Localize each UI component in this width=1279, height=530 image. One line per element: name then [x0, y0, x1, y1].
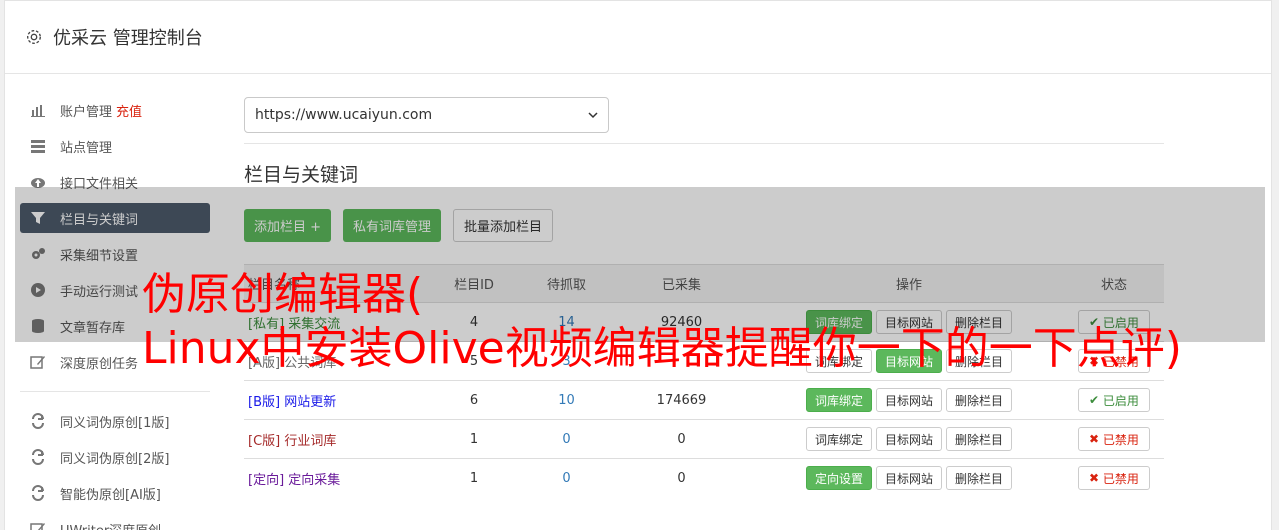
target-site-button[interactable]: 目标网站	[875, 466, 942, 491]
column-link[interactable]: 行业词库	[284, 434, 336, 449]
column-collected: 174669	[609, 380, 754, 420]
chevron-down-icon	[588, 112, 598, 119]
column-actions: 词库绑定 目标网站 删除栏目	[754, 419, 1064, 459]
bar-chart-icon	[31, 105, 45, 117]
status-toggle[interactable]: ✔ 已启用	[1078, 388, 1150, 412]
sidebar-item-ai-original[interactable]: 智能伪原创[AI版]	[20, 478, 210, 508]
status-toggle[interactable]: ✖ 已禁用	[1078, 427, 1150, 451]
column-link[interactable]: 网站更新	[284, 395, 336, 410]
bind-lib-button[interactable]: 词库绑定	[805, 427, 872, 451]
column-collected: 0	[609, 419, 754, 459]
refresh-icon	[32, 485, 44, 501]
column-name: [定向] 定向采集	[244, 458, 424, 498]
column-pending[interactable]: 10	[524, 380, 609, 420]
column-status: ✖ 已禁用	[1064, 458, 1164, 498]
sidebar-item-account[interactable]: 账户管理 充值	[20, 95, 210, 125]
top-bar: 优采云 管理控制台	[5, 1, 1271, 74]
gear-icon	[27, 30, 41, 44]
column-id: 1	[424, 419, 524, 459]
refresh-icon	[32, 413, 44, 429]
sidebar-item-label: 深度原创任务	[60, 356, 139, 372]
table-row: [定向] 定向采集 1 0 0 定向设置 目标网站 删除栏目 ✖ 已禁用	[244, 458, 1164, 498]
column-name: [B版] 网站更新	[244, 380, 424, 420]
status-label: 已禁用	[1102, 471, 1139, 486]
status-toggle[interactable]: ✖ 已禁用	[1078, 466, 1150, 491]
column-pending[interactable]: 0	[524, 458, 609, 498]
delete-column-button[interactable]: 删除栏目	[946, 466, 1013, 491]
status-label: 已启用	[1102, 393, 1139, 408]
column-id: 6	[424, 380, 524, 420]
status-label: 已禁用	[1102, 432, 1139, 447]
column-tag: [B版]	[248, 394, 281, 410]
sidebar-item-synonym-v1[interactable]: 同义词伪原创[1版]	[20, 406, 210, 436]
bind-lib-button[interactable]: 词库绑定	[805, 388, 872, 412]
edit-icon	[30, 523, 45, 530]
table-row: [C版] 行业词库 1 0 0 词库绑定 目标网站 删除栏目 ✖ 已禁用	[244, 419, 1164, 459]
target-site-button[interactable]: 目标网站	[875, 388, 942, 412]
sidebar-item-sites[interactable]: 站点管理	[20, 131, 210, 161]
column-actions: 词库绑定 目标网站 删除栏目	[754, 380, 1064, 420]
column-actions: 定向设置 目标网站 删除栏目	[754, 458, 1064, 498]
sidebar-item-label: 智能伪原创[AI版]	[60, 487, 161, 503]
site-select-value: https://www.ucaiyun.com	[255, 107, 433, 123]
section-title: 栏目与关键词	[244, 164, 359, 186]
watermark-line-1: 伪原创编辑器(	[142, 269, 424, 320]
column-collected: 0	[609, 458, 754, 498]
column-id: 1	[424, 458, 524, 498]
watermark-line-2: Linux中安装Olive视频编辑器提醒你一下的一下点评)	[142, 323, 1182, 374]
column-status: ✖ 已禁用	[1064, 419, 1164, 459]
edit-icon	[30, 356, 45, 369]
column-status: ✔ 已启用	[1064, 380, 1164, 420]
sidebar-divider	[20, 391, 210, 392]
target-site-button[interactable]: 目标网站	[875, 427, 942, 451]
server-icon	[31, 140, 45, 153]
column-link[interactable]: 定向采集	[288, 473, 340, 488]
recharge-link[interactable]: 充值	[116, 101, 142, 120]
divider	[244, 143, 1164, 144]
delete-column-button[interactable]: 删除栏目	[946, 427, 1013, 451]
sidebar-item-label: 同义词伪原创[2版]	[60, 451, 170, 467]
sidebar-item-label: 账户管理	[60, 104, 113, 120]
sidebar-item-uwriter[interactable]: UWriter深度原创	[20, 514, 210, 530]
column-pending[interactable]: 0	[524, 419, 609, 459]
column-name: [C版] 行业词库	[244, 419, 424, 459]
table-row: [B版] 网站更新 6 10 174669 词库绑定 目标网站 删除栏目 ✔ 已…	[244, 380, 1164, 420]
sidebar-item-label: 同义词伪原创[1版]	[60, 415, 170, 431]
directed-settings-button[interactable]: 定向设置	[805, 466, 872, 491]
site-select[interactable]: https://www.ucaiyun.com	[244, 97, 609, 133]
sidebar-item-label: UWriter深度原创	[60, 520, 161, 530]
page-title: 优采云 管理控制台	[53, 28, 203, 49]
column-tag: [C版]	[248, 433, 281, 449]
column-tag: [定向]	[248, 472, 285, 488]
sidebar-item-label: 站点管理	[60, 140, 113, 156]
watermark-text: 伪原创编辑器( Linux中安装Olive视频编辑器提醒你一下的一下点评)	[142, 268, 1262, 376]
delete-column-button[interactable]: 删除栏目	[946, 388, 1013, 412]
refresh-icon	[32, 449, 44, 465]
sidebar-item-synonym-v2[interactable]: 同义词伪原创[2版]	[20, 442, 210, 472]
